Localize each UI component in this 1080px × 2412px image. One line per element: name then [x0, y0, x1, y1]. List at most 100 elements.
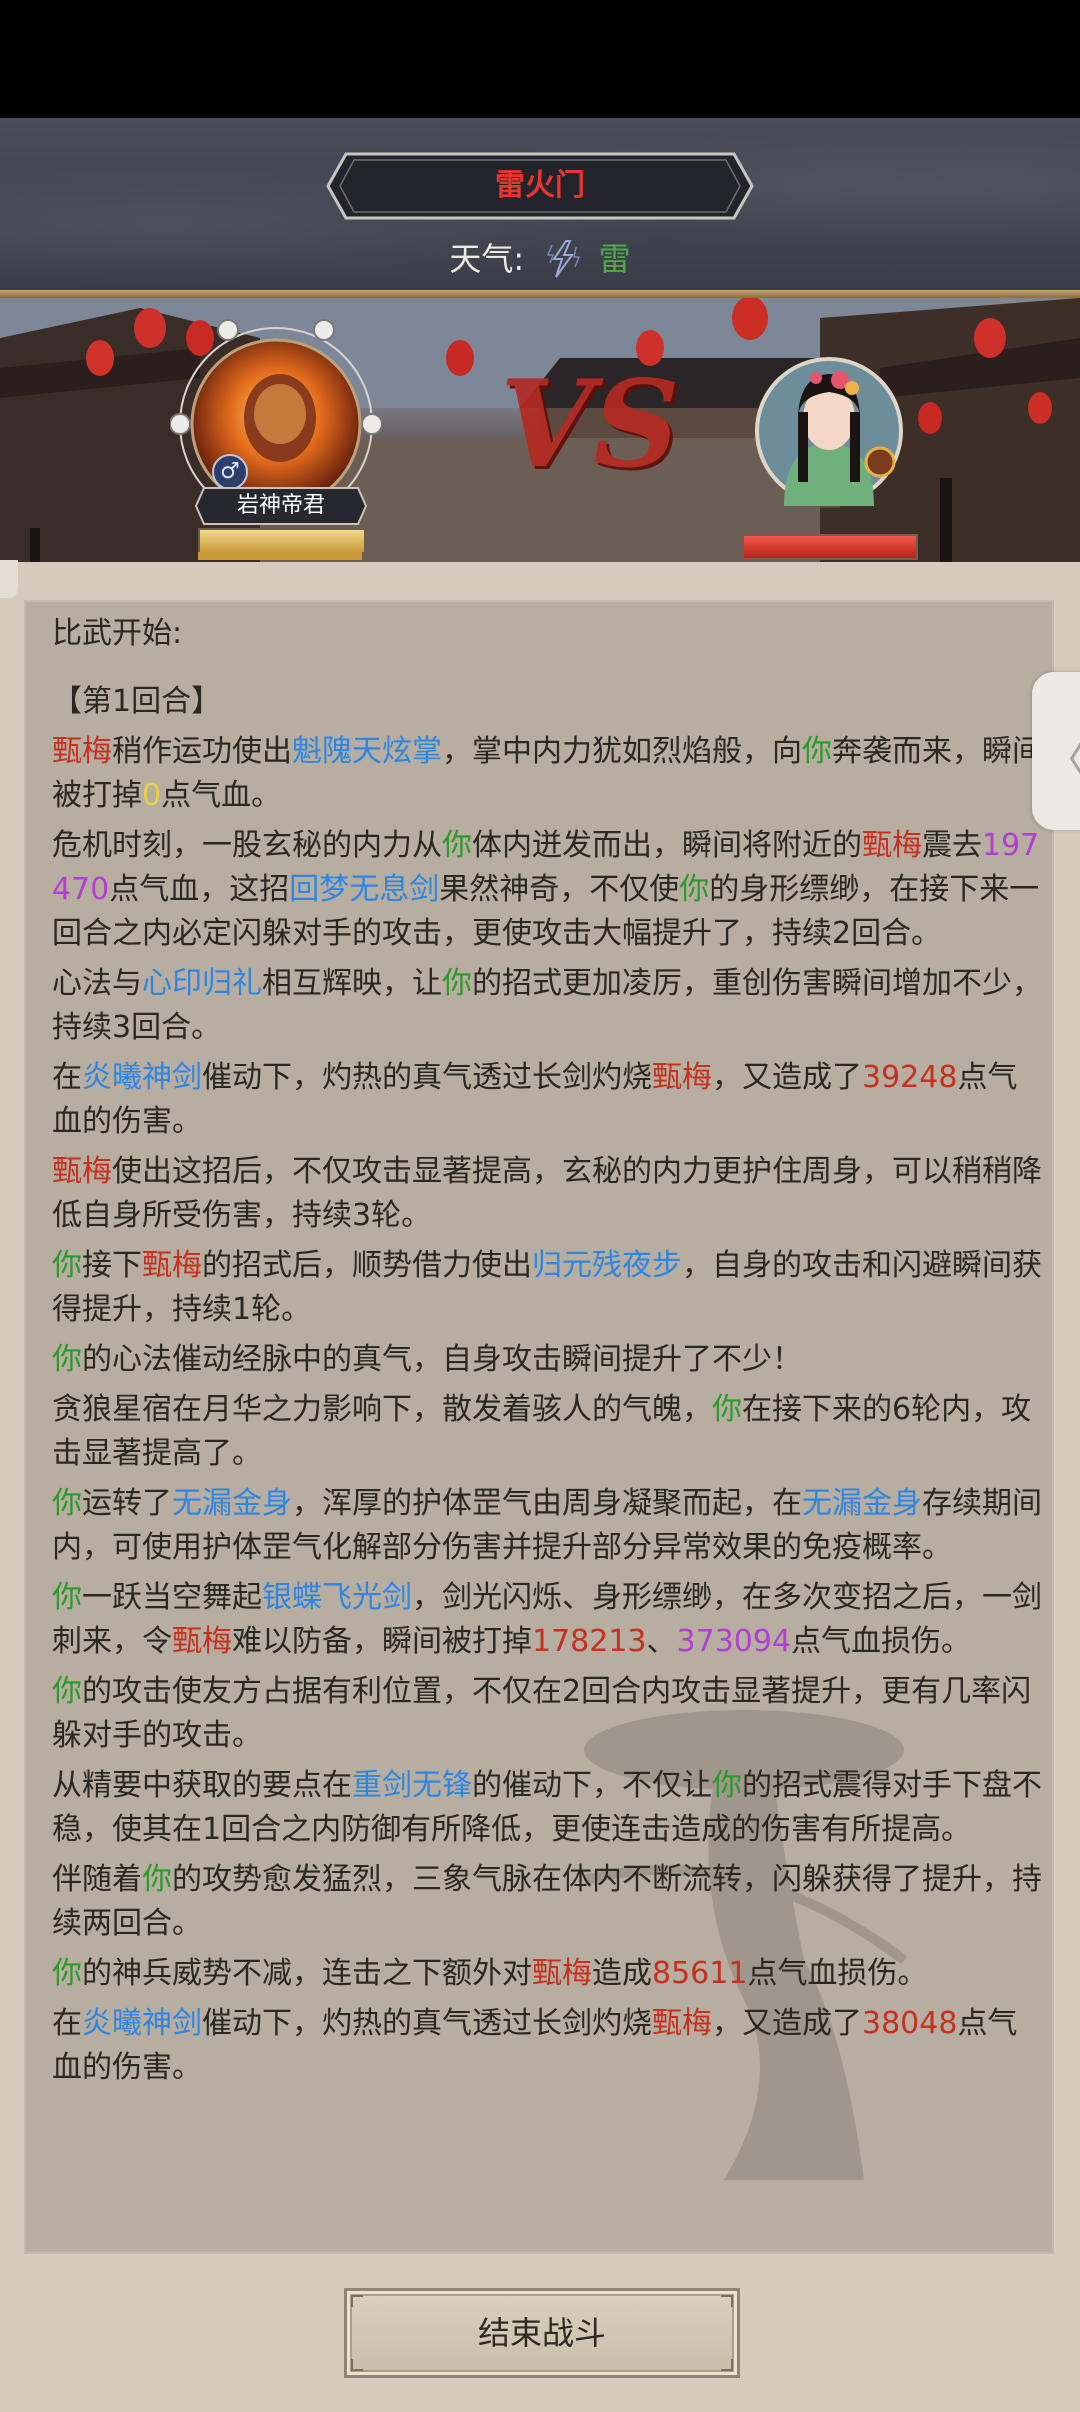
log-segment: 震去: [922, 828, 982, 863]
side-drawer-tab[interactable]: 〈: [1032, 672, 1080, 830]
log-line: 在炎曦神剑催动下，灼热的真气透过长剑灼烧甄梅，又造成了38048点气血的伤害。: [52, 2002, 1042, 2090]
battle-log: 比武开始: 【第1回合】 甄梅稍作运功使出魁隗天炫掌，掌中内力犹如烈焰般，向你奔袭而…: [52, 612, 1042, 2096]
log-line: 危机时刻，一股玄秘的内力从你体内迸发而出，瞬间将附近的甄梅震去197470点气血…: [52, 824, 1042, 956]
log-segment: ，又造成了: [712, 2006, 862, 2041]
log-segment: 你: [52, 1956, 82, 1991]
page-title: 雷火门: [495, 168, 585, 203]
log-segment: 运转了: [82, 1486, 172, 1521]
log-segment: 伴随着: [52, 1862, 142, 1897]
enemy-hp-fill: [744, 536, 916, 558]
log-line: 你的神兵威势不减，连击之下额外对甄梅造成85611点气血损伤。: [52, 1952, 1042, 1996]
left-edge-notch: [0, 560, 18, 598]
player-name: 岩神帝君: [236, 493, 325, 518]
log-line: 你的攻击使友方占据有利位置，不仅在2回合内攻击显著提升，更有几率闪躲对手的攻击。: [52, 1670, 1042, 1758]
log-segment: 比武开始:: [52, 616, 183, 651]
log-segment: 你: [52, 1342, 82, 1377]
log-segment: 甄梅: [862, 828, 922, 863]
weather-label: 天气:: [449, 240, 525, 278]
log-segment: 体内迸发而出，瞬间将附近的: [472, 828, 862, 863]
log-segment: 点气血，这招: [109, 872, 290, 907]
log-line: 你一跃当空舞起银蝶飞光剑，剑光闪烁、身形缥缈，在多次变招之后，一剑刺来，令甄梅难…: [52, 1576, 1042, 1664]
log-segment: 你: [142, 1862, 172, 1897]
log-segment: 你: [802, 734, 832, 769]
log-segment: 甄梅: [652, 1060, 712, 1095]
weather-value: 雷: [598, 240, 631, 278]
log-segment: 在: [52, 2006, 82, 2041]
player-hp-bar: [198, 528, 366, 554]
end-battle-label: 结束战斗: [477, 2314, 606, 2352]
log-segment: 的攻势愈发猛烈，三象气脉在体内不断流转，闪躲获得了提升，持续两回合。: [52, 1862, 1042, 1941]
log-line: 在炎曦神剑催动下，灼热的真气透过长剑灼烧甄梅，又造成了39248点气血的伤害。: [52, 1056, 1042, 1144]
log-segment: 甄梅: [52, 1154, 112, 1189]
log-segment: 稍作运功使出: [112, 734, 292, 769]
log-segment: 的神兵威势不减，连击之下额外对: [82, 1956, 532, 1991]
log-line: 比武开始:: [52, 612, 1042, 656]
log-segment: 的招式后，顺势借力使出: [202, 1248, 532, 1283]
lightning-icon: [547, 240, 581, 278]
log-segment: 178213: [532, 1624, 647, 1659]
log-segment: 你: [442, 966, 472, 1001]
log-segment: 一跃当空舞起: [82, 1580, 262, 1615]
log-segment: 甄梅: [142, 1248, 202, 1283]
log-segment: 在: [52, 1060, 82, 1095]
log-segment: 你: [712, 1392, 742, 1427]
log-segment: ，又造成了: [712, 1060, 862, 1095]
log-segment: 重剑无锋: [352, 1768, 472, 1803]
log-segment: 无漏金身: [802, 1486, 922, 1521]
log-segment: 相互辉映，让: [262, 966, 442, 1001]
log-segment: 的攻击使友方占据有利位置，不仅在2回合内攻击显著提升，更有几率闪躲对手的攻击。: [52, 1674, 1032, 1753]
log-segment: 甄梅: [532, 1956, 592, 1991]
log-segment: 38048: [862, 2006, 958, 2041]
log-segment: 你: [442, 828, 472, 863]
log-segment: 无漏金身: [172, 1486, 292, 1521]
player-hp-fill: [200, 530, 364, 552]
log-segment: 你: [679, 872, 710, 907]
status-bar: [0, 0, 1080, 118]
log-segment: 贪狼星宿在月华之力影响下，散发着骇人的气魄，: [52, 1392, 712, 1427]
log-line: 你接下甄梅的招式后，顺势借力使出归元残夜步，自身的攻击和闪避瞬间获得提升，持续1…: [52, 1244, 1042, 1332]
log-segment: 甄梅: [652, 2006, 712, 2041]
header-divider: [0, 290, 1080, 298]
log-segment: 催动下，灼热的真气透过长剑灼烧: [202, 1060, 652, 1095]
log-segment: 39248: [862, 1060, 958, 1095]
end-battle-button[interactable]: 结束战斗: [344, 2288, 740, 2378]
log-segment: 果然神奇，不仅使: [439, 872, 680, 907]
player-sub-bar: [198, 552, 362, 560]
chevron-left-icon: 〈: [1044, 724, 1080, 788]
log-segment: 85611: [652, 1956, 748, 1991]
log-segment: ，掌中内力犹如烈焰般，向: [442, 734, 802, 769]
log-segment: 甄梅: [52, 734, 112, 769]
button-corner: [721, 2295, 733, 2307]
log-segment: 从精要中获取的要点在: [52, 1768, 352, 1803]
log-segment: 炎曦神剑: [82, 1060, 202, 1095]
log-segment: 【第1回合】: [52, 684, 222, 719]
log-line: 甄梅使出这招后，不仅攻击显著提高，玄秘的内力更护住周身，可以稍稍降低自身所受伤害…: [52, 1150, 1042, 1238]
button-corner: [351, 2359, 363, 2371]
log-segment: 甄梅: [172, 1624, 232, 1659]
log-line: 心法与心印归礼相互辉映，让你的招式更加凌厉，重创伤害瞬间增加不少，持续3回合。: [52, 962, 1042, 1050]
log-segment: 373094: [676, 1624, 792, 1659]
log-segment: 的心法催动经脉中的真气，自身攻击瞬间提升了不少！: [82, 1342, 802, 1377]
log-segment: 危机时刻，一股玄秘的内力从: [52, 828, 442, 863]
log-segment: 的催动下，不仅让: [472, 1768, 712, 1803]
log-line: 从精要中获取的要点在重剑无锋的催动下，不仅让你的招式震得对手下盘不稳，使其在1回…: [52, 1764, 1042, 1852]
vs-mark: VS: [500, 354, 680, 495]
log-segment: 点气血损伤。: [747, 1956, 928, 1991]
log-segment: 你: [52, 1674, 82, 1709]
log-line: 你的心法催动经脉中的真气，自身攻击瞬间提升了不少！: [52, 1338, 1042, 1382]
log-line: 贪狼星宿在月华之力影响下，散发着骇人的气魄，你在接下来的6轮内，攻击显著提高了。: [52, 1388, 1042, 1476]
log-segment: 你: [52, 1580, 82, 1615]
button-corner: [721, 2359, 733, 2371]
button-corner: [351, 2295, 363, 2307]
log-segment: 接下: [82, 1248, 142, 1283]
log-line: 你运转了无漏金身，浑厚的护体罡气由周身凝聚而起，在无漏金身存续期间内，可使用护体…: [52, 1482, 1042, 1570]
enemy-hp-bar: [742, 534, 918, 560]
log-segment: 0: [142, 778, 162, 813]
log-segment: 点气血。: [161, 778, 282, 813]
enemy-avatar[interactable]: [754, 356, 904, 506]
log-segment: 炎曦神剑: [82, 2006, 202, 2041]
log-segment: 造成: [592, 1956, 652, 1991]
log-segment: 点气血损伤。: [791, 1624, 972, 1659]
weather-row: 天气: 雷: [0, 232, 1080, 282]
battle-log-panel[interactable]: 比武开始: 【第1回合】 甄梅稍作运功使出魁隗天炫掌，掌中内力犹如烈焰般，向你奔袭而…: [24, 600, 1054, 2254]
